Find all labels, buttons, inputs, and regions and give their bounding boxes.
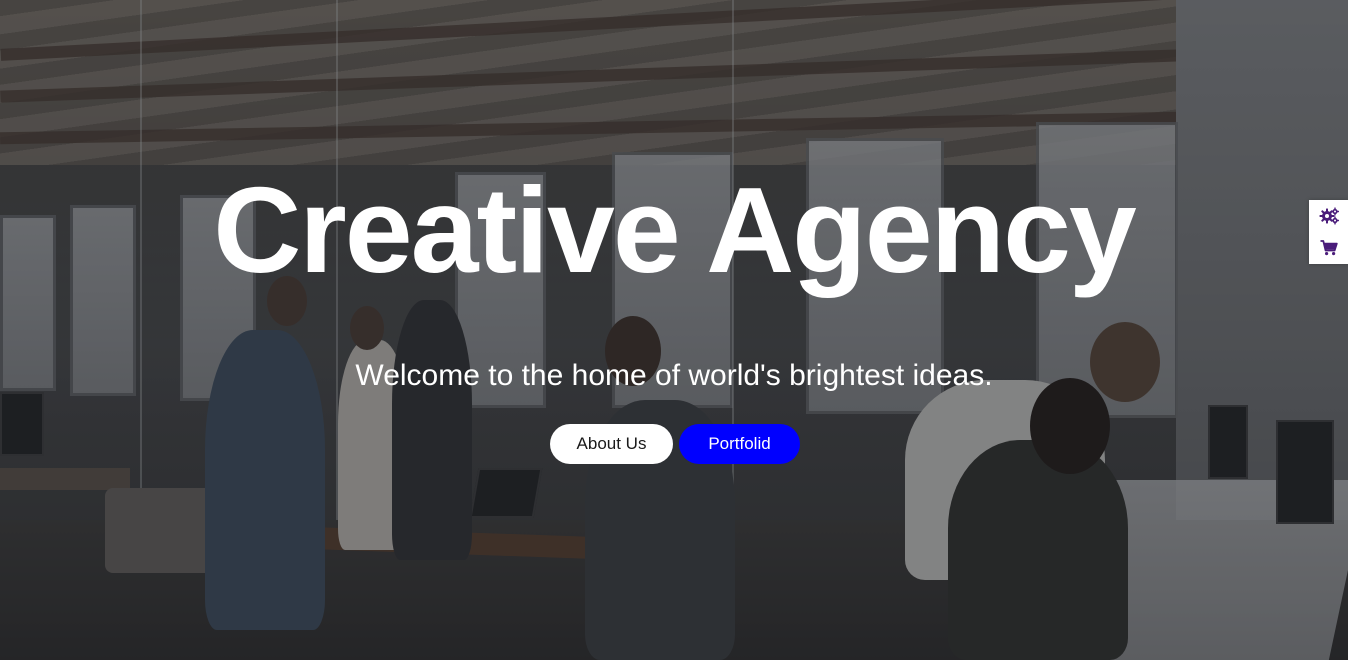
settings-gears-button[interactable] xyxy=(1314,202,1344,230)
cart-button[interactable] xyxy=(1314,234,1344,262)
gears-icon xyxy=(1319,207,1339,225)
hero-title: Creative Agency xyxy=(213,162,1137,298)
about-us-button[interactable]: About Us xyxy=(550,424,673,464)
hero-button-group: About Us Portfolid xyxy=(1,424,1348,464)
dark-overlay xyxy=(0,0,1348,660)
hero-subtitle: Welcome to the home of world's brightest… xyxy=(355,359,993,392)
hero-section: Creative Agency Welcome to the home of w… xyxy=(0,0,1348,660)
side-widget-panel xyxy=(1309,200,1348,264)
shopping-cart-icon xyxy=(1320,240,1338,256)
portfolio-button[interactable]: Portfolid xyxy=(679,424,800,464)
